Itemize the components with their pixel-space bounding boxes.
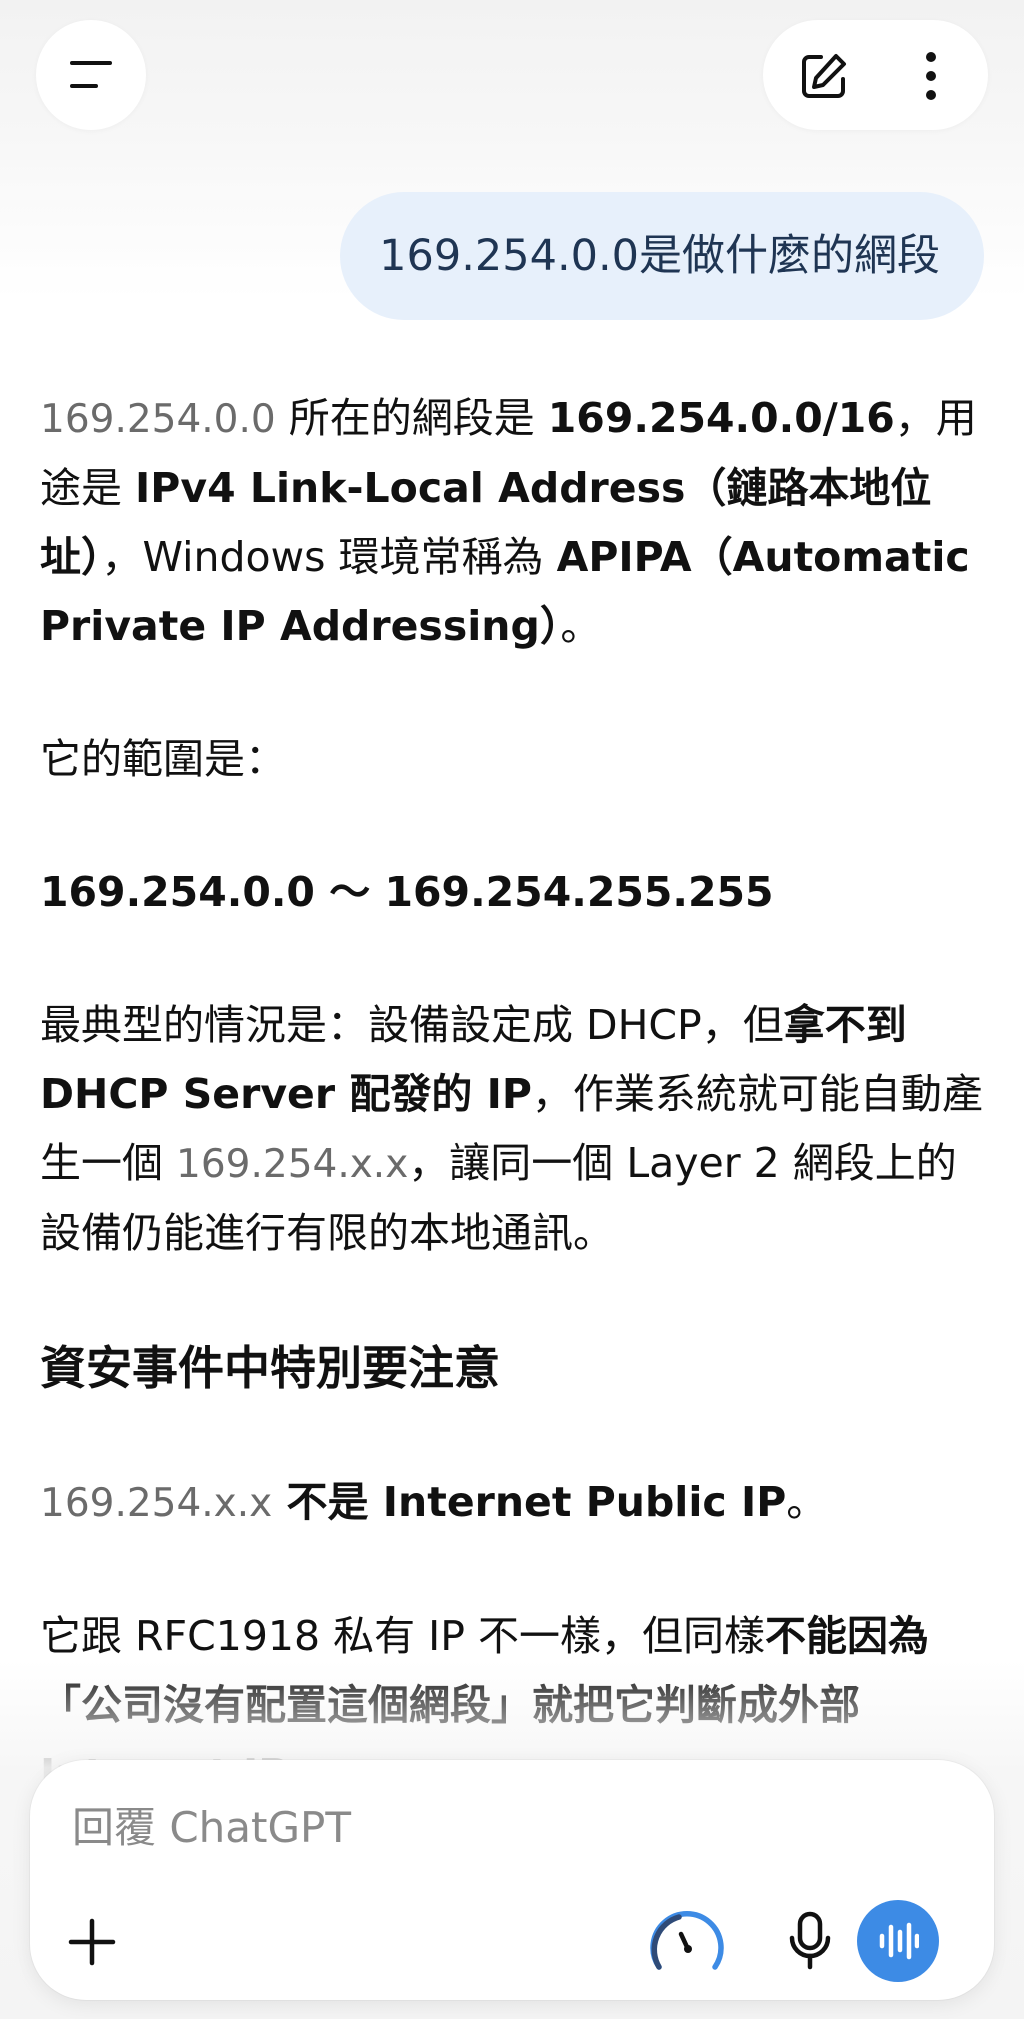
header-actions [763, 20, 988, 130]
inline-code: 169.254.0.0 [40, 397, 276, 442]
answer-text: 。 [560, 602, 602, 650]
answer-paragraph-3: 最典型的情況是：設備設定成 DHCP，但拿不到 DHCP Server 配發的 … [40, 991, 990, 1268]
edit-pencil-icon [802, 54, 846, 98]
voice-waveform-icon [879, 1922, 919, 1960]
voice-mode-button[interactable] [857, 1900, 939, 1982]
user-message-text: 169.254.0.0是做什麼的網段 [379, 231, 940, 281]
answer-paragraph-2: 它的範圍是： [40, 735, 286, 783]
section-heading: 資安事件中特別要注意 [40, 1341, 500, 1395]
answer-text: 。 [786, 1478, 828, 1526]
reply-input[interactable]: 回覆 ChatGPT [72, 1798, 351, 1858]
answer-bold-text: 169.254.0.0/16 [547, 394, 895, 442]
add-attachment-button[interactable] [60, 1910, 124, 1974]
reasoning-button[interactable] [645, 1905, 729, 1975]
assistant-message: 169.254.0.0 所在的網段是 169.254.0.0/16，用途是 IP… [40, 384, 990, 1809]
answer-text: 它跟 RFC1918 私有 IP 不一樣，但同樣 [40, 1612, 765, 1660]
inline-code: 169.254.x.x [40, 1481, 273, 1526]
menu-button[interactable] [36, 20, 146, 130]
more-options-button[interactable] [893, 35, 973, 115]
plus-icon [68, 1918, 116, 1966]
speedometer-icon [650, 1911, 724, 1970]
answer-bold-text: 不是 Internet Public IP [272, 1478, 787, 1526]
answer-paragraph-1: 169.254.0.0 所在的網段是 169.254.0.0/16，用途是 IP… [40, 384, 990, 661]
answer-text: 所在的網段是 [275, 394, 548, 442]
hamburger-menu-icon [70, 61, 112, 88]
new-chat-button[interactable] [783, 35, 863, 115]
microphone-button[interactable] [775, 1905, 845, 1975]
ip-range: 169.254.0.0 ～ 169.254.255.255 [40, 868, 774, 916]
more-vertical-icon [926, 52, 936, 100]
answer-text: ，Windows 環境常稱為 [101, 533, 557, 581]
user-message-bubble: 169.254.0.0是做什麼的網段 [340, 192, 984, 320]
inline-code: 169.254.x.x [176, 1142, 409, 1187]
microphone-icon [789, 1911, 831, 1970]
composer: 回覆 ChatGPT [30, 1760, 994, 2000]
answer-paragraph-4: 169.254.x.x 不是 Internet Public IP。 [40, 1468, 990, 1538]
answer-text: 最典型的情況是：設備設定成 DHCP，但 [40, 1001, 784, 1049]
